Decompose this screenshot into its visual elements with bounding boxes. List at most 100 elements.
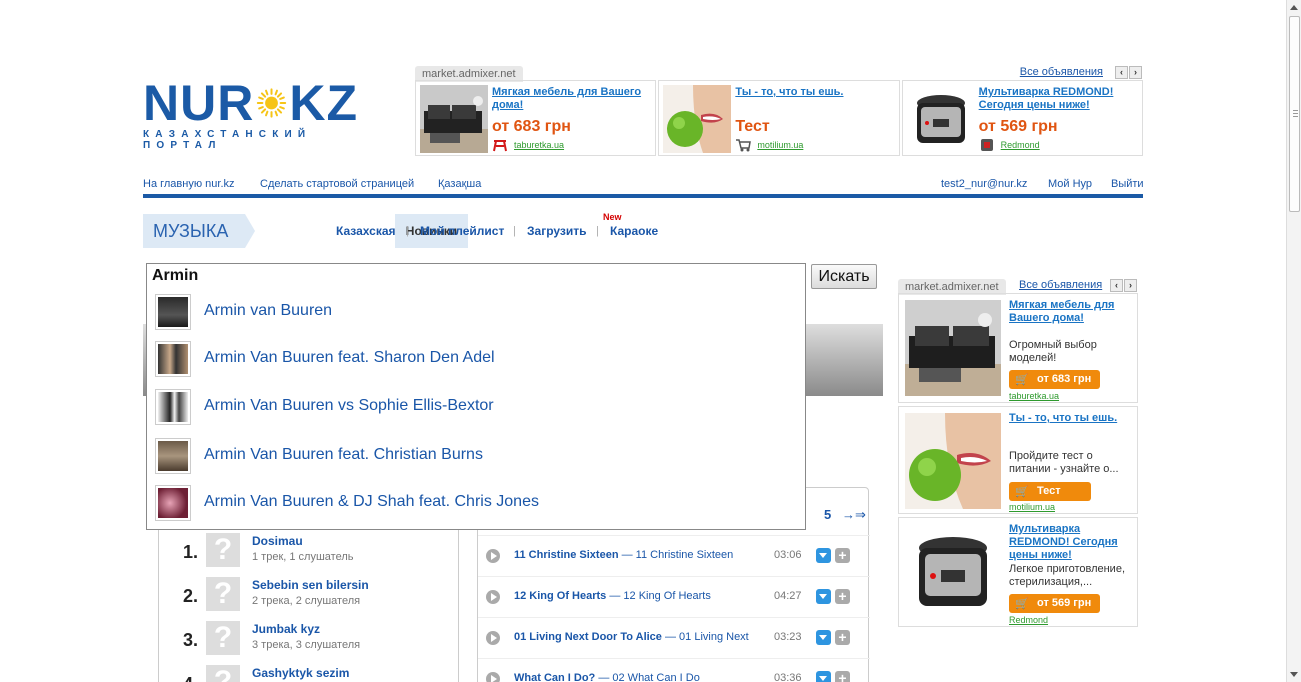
- track-title[interactable]: 01 Living Next Door To Alice — 01 Living…: [514, 631, 749, 643]
- ad-title[interactable]: Мягкая мебель для Вашего дома!: [1009, 299, 1133, 325]
- nav-separator: |: [406, 225, 409, 237]
- ad-title[interactable]: Ты - то, что ты ешь.: [735, 86, 894, 99]
- play-icon[interactable]: [486, 549, 500, 563]
- next-page-arrow-icon[interactable]: →⇒: [842, 507, 866, 523]
- artist-placeholder-icon: ?: [206, 665, 240, 682]
- ad-title[interactable]: Ты - то, что ты ешь.: [1009, 412, 1133, 425]
- ad-description: Пройдите тест о питании - узнайте о...: [1009, 450, 1119, 475]
- play-icon[interactable]: [486, 672, 500, 682]
- suggestion-item[interactable]: Armin Van Buuren & DJ Shah feat. Chris J…: [147, 479, 805, 527]
- ad-card-furniture[interactable]: Мягкая мебель для Вашего дома! Огромный …: [898, 293, 1138, 403]
- ad-site-link[interactable]: taburetka.ua: [514, 140, 564, 150]
- artist-row[interactable]: 2. ? Sebebin sen bilersin 2 трека, 2 слу…: [159, 574, 459, 618]
- ad-title[interactable]: Мультиварка REDMOND! Сегодня цены ниже!: [1009, 523, 1133, 562]
- ad-price-button[interactable]: от 683 грн: [1009, 370, 1100, 389]
- suggestion-label: Armin Van Buuren & DJ Shah feat. Chris J…: [204, 493, 539, 510]
- ad-card-furniture[interactable]: Мягкая мебель для Вашего дома! от 683 гр…: [415, 80, 657, 156]
- ad-site-link[interactable]: Redmond: [1009, 615, 1048, 625]
- download-icon[interactable]: [816, 671, 831, 682]
- artist-rank: 4.: [183, 674, 198, 682]
- ad-price-button[interactable]: Тест: [1009, 482, 1091, 501]
- suggestion-item[interactable]: Armin Van Buuren feat. Sharon Den Adel: [147, 335, 805, 383]
- logout-link[interactable]: Выйти: [1111, 178, 1144, 190]
- add-to-playlist-icon[interactable]: +: [835, 671, 850, 682]
- vertical-scrollbar[interactable]: [1286, 0, 1301, 682]
- search-input[interactable]: Armin: [152, 267, 198, 285]
- ad-title[interactable]: Мягкая мебель для Вашего дома!: [492, 86, 651, 112]
- play-icon[interactable]: [486, 631, 500, 645]
- ad-site-link[interactable]: motilium.ua: [1009, 502, 1055, 512]
- site-logo[interactable]: NUR KZ КАЗАХСТАНСКИЙ ПОРТАЛ: [143, 75, 358, 151]
- ad-description: Легкое приготовление, стерилизация,...: [1009, 563, 1125, 588]
- ad-price: Тест: [735, 118, 770, 135]
- artist-name[interactable]: Gashyktyk sezim: [252, 666, 349, 680]
- tab-my-playlist[interactable]: Мой плейлист: [420, 224, 504, 238]
- ad-card-multicooker[interactable]: Мультиварка REDMOND! Сегодня цены ниже! …: [898, 517, 1138, 627]
- download-icon[interactable]: [816, 630, 831, 645]
- ad-site-link[interactable]: taburetka.ua: [1009, 391, 1059, 401]
- my-nur-link[interactable]: Мой Нур: [1048, 178, 1092, 190]
- chevron-right-icon[interactable]: ›: [1124, 279, 1137, 292]
- track-title[interactable]: What Can I Do? — 02 What Can I Do: [514, 672, 700, 682]
- ad-card-multicooker[interactable]: Мультиварка REDMOND! Сегодня цены ниже! …: [901, 80, 1143, 156]
- artist-name[interactable]: Dosimau: [252, 534, 303, 548]
- artist-name[interactable]: Sebebin sen bilersin: [252, 578, 369, 592]
- track-title[interactable]: 11 Christine Sixteen — 11 Christine Sixt…: [514, 549, 733, 561]
- ad-card-test[interactable]: Ты - то, что ты ешь. Пройдите тест о пит…: [898, 406, 1138, 514]
- home-link[interactable]: На главную nur.kz: [143, 178, 235, 190]
- search-button[interactable]: Искать: [811, 264, 877, 289]
- music-section-tab[interactable]: МУЗЫКА: [143, 214, 255, 248]
- play-icon[interactable]: [486, 590, 500, 604]
- tab-kazakh[interactable]: Казахская: [336, 224, 396, 238]
- add-to-playlist-icon[interactable]: +: [835, 589, 850, 604]
- tab-karaoke[interactable]: Караоке: [610, 224, 658, 238]
- logo-left-text: NUR: [143, 75, 255, 131]
- apple-face-image: [663, 85, 732, 153]
- artist-row[interactable]: 3. ? Jumbak kyz 3 трека, 3 слушателя: [159, 618, 459, 662]
- multicooker-image: [906, 85, 975, 153]
- kazakh-language-link[interactable]: Қазақша: [438, 178, 481, 190]
- artist-placeholder-icon: ?: [206, 577, 240, 611]
- chevron-left-icon[interactable]: ‹: [1110, 279, 1123, 292]
- suggestion-label: Armin Van Buuren vs Sophie Ellis-Bextor: [204, 397, 494, 414]
- download-icon[interactable]: [816, 548, 831, 563]
- scrollbar-thumb[interactable]: [1289, 16, 1300, 212]
- suggestion-item[interactable]: Armin van Buuren: [147, 288, 805, 336]
- tab-upload[interactable]: Загрузить: [527, 224, 586, 238]
- ad-description: Огромный выбор моделей!: [1009, 339, 1097, 364]
- start-page-link[interactable]: Сделать стартовой страницей: [260, 178, 414, 190]
- artist-thumbnail: [155, 341, 191, 377]
- nav-separator: |: [513, 225, 516, 237]
- logo-wordmark: NUR KZ: [143, 75, 358, 131]
- track-title[interactable]: 12 King Of Hearts — 12 King Of Hearts: [514, 590, 711, 602]
- ad-card-test[interactable]: Ты - то, что ты ешь. Тест motilium.ua: [658, 80, 900, 156]
- track-row: 01 Living Next Door To Alice — 01 Living…: [478, 617, 870, 658]
- ad-price-button[interactable]: от 569 грн: [1009, 594, 1100, 613]
- page-number-link[interactable]: 5: [824, 507, 831, 522]
- user-email-link[interactable]: test2_nur@nur.kz: [941, 178, 1027, 190]
- multicooker-image: [905, 524, 1001, 620]
- ad-site-link[interactable]: Redmond: [1001, 140, 1040, 150]
- scroll-down-arrow-icon[interactable]: [1290, 672, 1298, 677]
- ad-site-link[interactable]: motilium.ua: [757, 140, 803, 150]
- ad-title[interactable]: Мультиварка REDMOND! Сегодня цены ниже!: [979, 86, 1138, 112]
- artist-meta: 1 трек, 1 слушатель: [252, 551, 354, 563]
- artist-row[interactable]: 4. ? Gashyktyk sezim: [159, 662, 459, 682]
- scroll-up-arrow-icon[interactable]: [1290, 5, 1298, 10]
- chevron-right-icon[interactable]: ›: [1129, 66, 1142, 79]
- all-ads-link[interactable]: Все объявления: [1019, 279, 1102, 291]
- artist-row[interactable]: 1. ? Dosimau 1 трек, 1 слушатель: [159, 530, 459, 574]
- add-to-playlist-icon[interactable]: +: [835, 630, 850, 645]
- download-icon[interactable]: [816, 589, 831, 604]
- artist-name[interactable]: Jumbak kyz: [252, 622, 320, 636]
- suggestion-item[interactable]: Armin Van Buuren feat. Christian Burns: [147, 432, 805, 480]
- grip-line: [1293, 116, 1298, 117]
- sofa-image: [905, 300, 1001, 396]
- sofa-image: [420, 85, 488, 153]
- chevron-left-icon[interactable]: ‹: [1115, 66, 1128, 79]
- track-duration: 03:36: [774, 672, 802, 682]
- suggestion-item[interactable]: Armin Van Buuren vs Sophie Ellis-Bextor: [147, 383, 805, 431]
- artist-thumbnail: [155, 389, 191, 425]
- all-ads-link[interactable]: Все объявления: [1020, 66, 1103, 78]
- add-to-playlist-icon[interactable]: +: [835, 548, 850, 563]
